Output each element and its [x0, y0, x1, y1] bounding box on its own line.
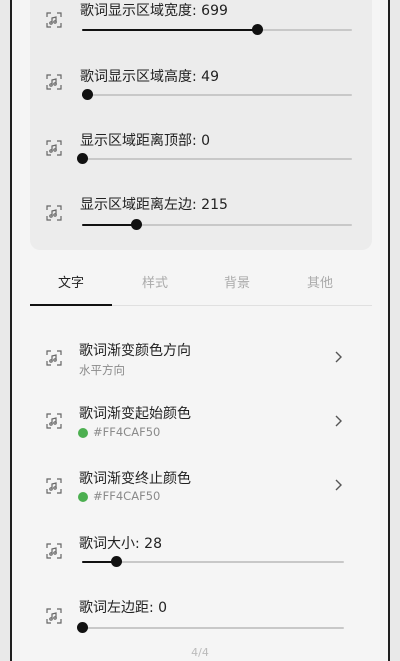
display-area-card: 歌词显示区域宽度: 699 歌词显示区域高度: 49 显示区域距离顶部: 0 显… [30, 0, 372, 250]
slider-thumb[interactable] [82, 89, 94, 100]
slider-thumb[interactable] [111, 556, 123, 567]
slider-fill [82, 224, 136, 226]
display-height-slider[interactable] [82, 89, 352, 101]
settings-tabs: 文字 样式 背景 其他 [30, 260, 372, 306]
slider-track [82, 94, 352, 96]
chevron-right-icon [333, 479, 343, 491]
lyric-frame-icon [46, 140, 62, 156]
chevron-right-icon [333, 415, 343, 427]
tab-other[interactable]: 其他 [280, 272, 360, 291]
lyric-frame-icon [46, 478, 62, 494]
lyric-frame-icon [46, 413, 62, 429]
setting-value: #FF4CAF50 [93, 489, 161, 503]
setting-left-margin: 歌词左边距: 0 [12, 590, 388, 650]
lyric-frame-icon [46, 608, 62, 624]
setting-gradient-start[interactable]: 歌词渐变起始颜色 #FF4CAF50 [12, 393, 388, 453]
phone-frame: 歌词显示区域宽度: 699 歌词显示区域高度: 49 显示区域距离顶部: 0 显… [10, 0, 390, 661]
slider-thumb[interactable] [77, 153, 88, 164]
setting-label: 歌词渐变起始颜色 [79, 406, 191, 422]
lyric-frame-icon [46, 543, 62, 559]
lyric-frame-icon [46, 74, 62, 90]
lyric-frame-icon [46, 205, 62, 221]
color-swatch [78, 492, 88, 502]
left-offset-slider[interactable] [82, 219, 352, 231]
page-indicator: 4/4 [191, 646, 209, 659]
setting-display-height: 歌词显示区域高度: 49 [30, 64, 372, 124]
lyric-frame-icon [46, 350, 62, 366]
slider-thumb[interactable] [77, 622, 88, 633]
tab-background[interactable]: 背景 [197, 272, 277, 291]
setting-label: 歌词渐变终止颜色 [79, 471, 191, 487]
setting-label: 歌词大小: 28 [79, 536, 162, 552]
setting-label: 显示区域距离顶部: 0 [80, 133, 211, 149]
chevron-right-icon [333, 351, 343, 363]
setting-label: 歌词左边距: 0 [79, 600, 168, 616]
slider-thumb[interactable] [251, 24, 263, 35]
setting-gradient-direction[interactable]: 歌词渐变颜色方向 水平方向 [12, 330, 388, 390]
setting-top-offset: 显示区域距离顶部: 0 [30, 128, 372, 188]
slider-track [82, 158, 352, 160]
setting-value: 水平方向 [79, 363, 125, 377]
slider-track [82, 627, 344, 629]
display-width-slider[interactable] [82, 24, 352, 36]
setting-display-width: 歌词显示区域宽度: 699 [30, 0, 372, 60]
setting-label: 歌词显示区域宽度: 699 [80, 3, 228, 19]
tab-text[interactable]: 文字 [31, 272, 111, 291]
setting-label: 歌词显示区域高度: 49 [80, 69, 219, 85]
color-swatch [78, 428, 88, 438]
slider-thumb[interactable] [131, 219, 142, 230]
setting-label: 显示区域距离左边: 215 [80, 197, 228, 213]
setting-left-offset: 显示区域距离左边: 215 [30, 194, 372, 250]
setting-lyric-size: 歌词大小: 28 [12, 525, 388, 585]
slider-fill [82, 29, 257, 31]
top-offset-slider[interactable] [77, 153, 352, 165]
setting-gradient-end[interactable]: 歌词渐变终止颜色 #FF4CAF50 [12, 457, 388, 517]
lyric-frame-icon [46, 12, 62, 28]
setting-label: 歌词渐变颜色方向 [79, 343, 191, 359]
setting-value: #FF4CAF50 [93, 425, 161, 439]
left-margin-slider[interactable] [77, 622, 344, 634]
lyric-size-slider[interactable] [82, 556, 344, 568]
tab-style[interactable]: 样式 [115, 272, 195, 291]
tab-indicator [30, 304, 112, 306]
